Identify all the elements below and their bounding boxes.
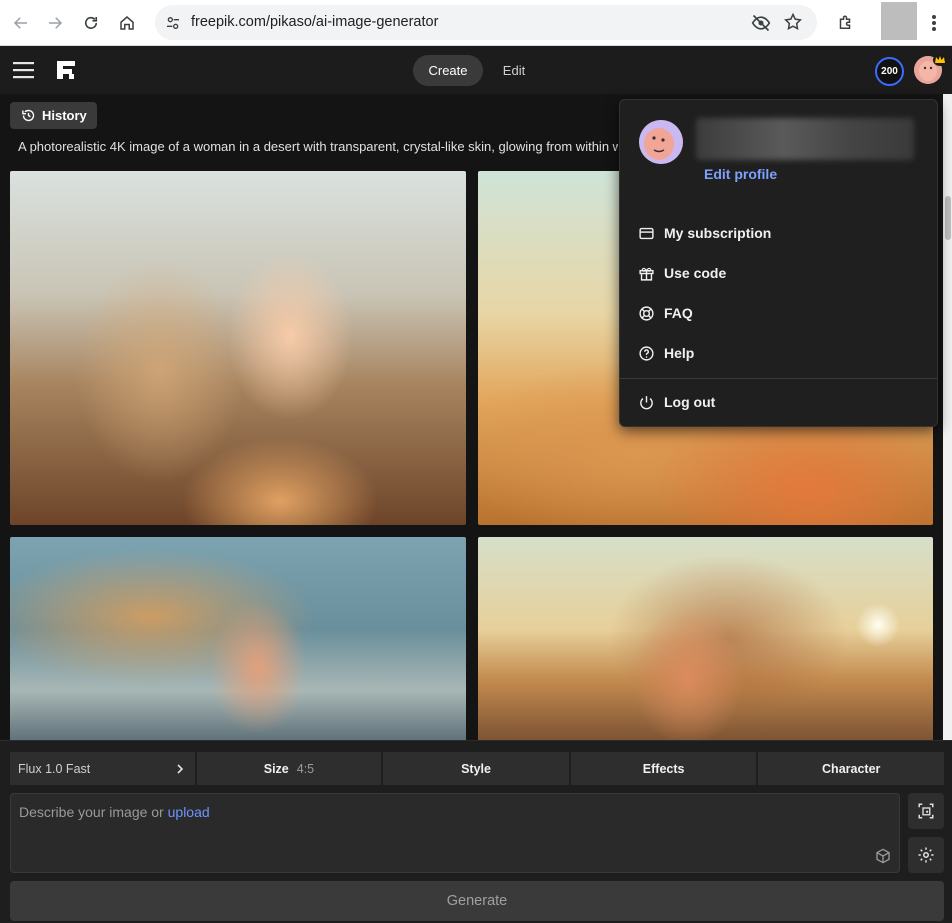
home-icon bbox=[120, 16, 134, 30]
gear-icon bbox=[918, 847, 934, 863]
cube-icon[interactable] bbox=[875, 848, 891, 864]
url-text[interactable]: freepik.com/pikaso/ai-image-generator bbox=[191, 14, 438, 30]
menu-item-label: Use code bbox=[664, 265, 727, 281]
logout-label: Log out bbox=[664, 394, 716, 410]
freepik-logo[interactable] bbox=[55, 59, 77, 81]
lifebuoy-icon bbox=[638, 305, 655, 322]
menu-item-label: Help bbox=[664, 345, 695, 361]
generated-image-4[interactable] bbox=[478, 537, 933, 742]
reload-button[interactable] bbox=[76, 8, 106, 38]
generated-image-1[interactable] bbox=[10, 171, 466, 525]
upload-link[interactable]: upload bbox=[168, 804, 210, 820]
tab-edit[interactable]: Edit bbox=[492, 55, 536, 86]
power-icon bbox=[638, 394, 655, 411]
chevron-right-icon bbox=[177, 763, 183, 774]
logout-button[interactable]: Log out bbox=[638, 390, 715, 414]
profile-dropdown: Edit profile My subscription Use code FA… bbox=[619, 99, 938, 427]
bookmark-star-icon[interactable] bbox=[783, 12, 803, 32]
arrow-left-icon bbox=[13, 17, 27, 29]
history-icon bbox=[22, 109, 35, 122]
menu-item-help[interactable]: Help bbox=[638, 341, 694, 365]
address-bar[interactable]: freepik.com/pikaso/ai-image-generator bbox=[155, 5, 817, 40]
card-icon bbox=[638, 225, 655, 242]
site-settings-icon[interactable] bbox=[163, 13, 183, 33]
settings-button[interactable] bbox=[908, 837, 944, 873]
prompt-input[interactable]: Describe your image or upload bbox=[10, 793, 900, 873]
generator-panel: Flux 1.0 Fast Size 4:5 Style Effects Cha… bbox=[0, 740, 952, 923]
app-header: Create Edit 200 bbox=[0, 46, 952, 94]
generate-button[interactable]: Generate bbox=[10, 881, 944, 921]
character-option[interactable]: Character bbox=[758, 752, 945, 785]
browser-profile-avatar[interactable] bbox=[881, 2, 917, 40]
arrow-right-icon bbox=[49, 17, 63, 29]
prompt-display: A photorealistic 4K image of a woman in … bbox=[18, 139, 618, 154]
kebab-icon bbox=[932, 15, 936, 31]
menu-item-subscription[interactable]: My subscription bbox=[638, 221, 771, 245]
extensions-button[interactable] bbox=[830, 8, 860, 38]
back-button[interactable] bbox=[6, 8, 36, 38]
eye-slash-icon[interactable] bbox=[751, 13, 771, 33]
menu-item-faq[interactable]: FAQ bbox=[638, 301, 693, 325]
placeholder-text: Describe your image or bbox=[19, 804, 164, 820]
size-option[interactable]: Size 4:5 bbox=[196, 752, 382, 785]
scrollbar-thumb[interactable] bbox=[945, 196, 951, 240]
scrollbar-track[interactable] bbox=[943, 94, 952, 742]
credits-badge[interactable]: 200 bbox=[875, 57, 904, 86]
options-bar: Flux 1.0 Fast Size 4:5 Style Effects Cha… bbox=[10, 752, 945, 785]
puzzle-icon bbox=[839, 15, 851, 29]
gift-icon bbox=[638, 265, 655, 282]
browser-toolbar: freepik.com/pikaso/ai-image-generator bbox=[0, 0, 952, 46]
forward-button[interactable] bbox=[40, 8, 70, 38]
menu-item-label: My subscription bbox=[664, 225, 772, 241]
profile-avatar bbox=[639, 120, 683, 164]
reload-icon bbox=[84, 16, 98, 29]
menu-divider bbox=[620, 378, 937, 379]
effects-option[interactable]: Effects bbox=[570, 752, 757, 785]
menu-item-label: FAQ bbox=[664, 305, 693, 321]
prompt-placeholder: Describe your image or upload bbox=[19, 804, 210, 820]
size-ratio: 4:5 bbox=[296, 761, 315, 776]
profile-name-redacted bbox=[696, 118, 914, 160]
model-selector[interactable]: Flux 1.0 Fast bbox=[10, 752, 195, 785]
tab-create[interactable]: Create bbox=[413, 55, 483, 86]
generated-image-3[interactable] bbox=[10, 537, 466, 742]
menu-icon[interactable] bbox=[12, 59, 36, 81]
history-button[interactable]: History bbox=[10, 102, 97, 129]
image-frame-icon bbox=[918, 803, 934, 819]
size-label: Size bbox=[263, 761, 289, 776]
home-button[interactable] bbox=[112, 8, 142, 38]
crown-icon bbox=[933, 54, 947, 66]
browser-menu-button[interactable] bbox=[922, 8, 946, 38]
style-option[interactable]: Style bbox=[383, 752, 569, 785]
model-label: Flux 1.0 Fast bbox=[18, 761, 91, 776]
help-circle-icon bbox=[638, 345, 655, 362]
history-label: History bbox=[42, 108, 87, 123]
image-reference-button[interactable] bbox=[908, 793, 944, 829]
edit-profile-link[interactable]: Edit profile bbox=[704, 166, 777, 182]
menu-item-use-code[interactable]: Use code bbox=[638, 261, 726, 285]
